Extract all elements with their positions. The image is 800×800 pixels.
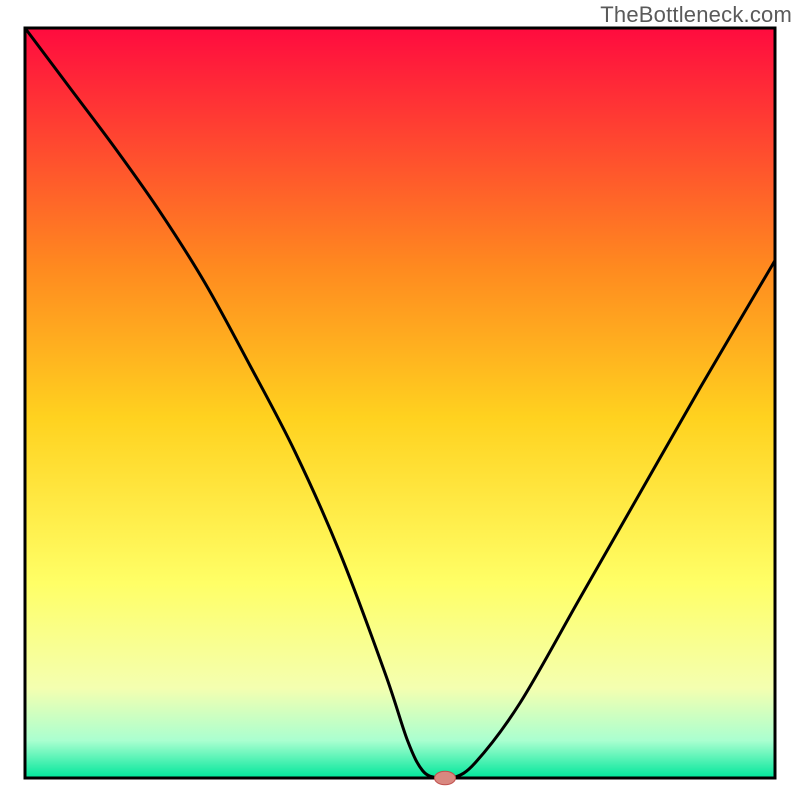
watermark-text: TheBottleneck.com — [600, 2, 792, 28]
optimal-marker — [435, 771, 456, 785]
bottleneck-chart — [0, 0, 800, 800]
gradient-background — [25, 28, 775, 778]
